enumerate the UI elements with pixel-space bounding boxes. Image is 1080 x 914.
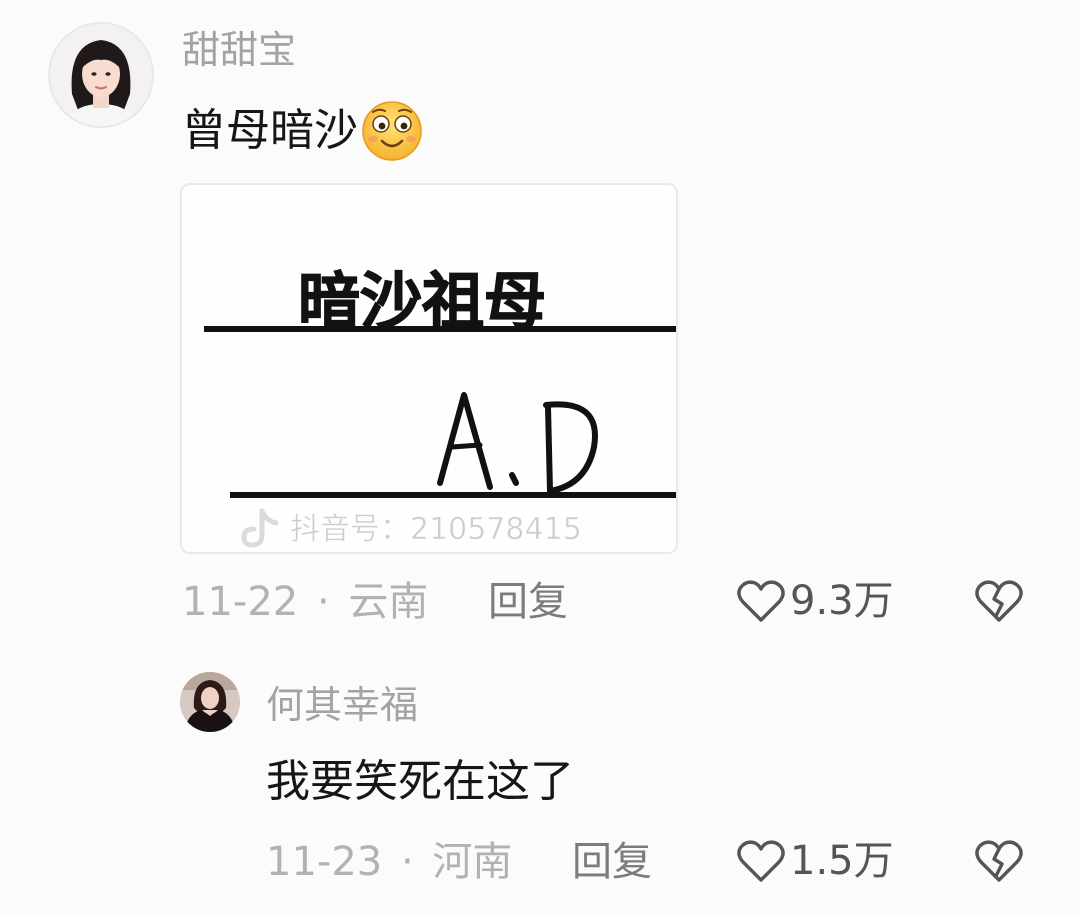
- comment-date: 11-22: [182, 579, 299, 625]
- handwriting-image: 暗沙祖母 抖音号：210578415: [182, 185, 676, 552]
- reply-date: 11-23: [266, 839, 383, 885]
- comment-location: 云南: [348, 579, 429, 625]
- dislike-button[interactable]: [974, 838, 1024, 888]
- reply-text-content: 我要笑死在这了: [266, 756, 574, 807]
- comment-text-content: 曾母暗沙: [182, 105, 358, 156]
- reply-location: 河南: [432, 839, 513, 885]
- dislike-button[interactable]: [974, 578, 1024, 628]
- reply-text: 我要笑死在这了: [266, 760, 574, 804]
- meta-separator: ·: [400, 839, 414, 885]
- heart-outline-icon: [737, 580, 785, 622]
- comment-image[interactable]: 暗沙祖母 抖音号：210578415: [180, 183, 678, 554]
- reply-button[interactable]: 回复: [488, 582, 568, 622]
- like-button[interactable]: 9.3万: [736, 578, 894, 624]
- comment-text: 曾母暗沙: [182, 99, 424, 163]
- meta-separator: ·: [316, 579, 330, 625]
- comment-meta: 11-22 · 云南: [182, 582, 428, 622]
- reply-button[interactable]: 回复: [572, 842, 652, 882]
- broken-heart-icon: [975, 580, 1023, 622]
- smiling-face-emoji-icon: [362, 101, 422, 161]
- like-button[interactable]: 1.5万: [736, 838, 894, 884]
- commenter-username[interactable]: 甜甜宝: [182, 31, 296, 69]
- like-count: 1.5万: [790, 838, 894, 884]
- avatar-portrait-icon: [180, 672, 240, 732]
- heart-outline-icon: [737, 840, 785, 882]
- broken-heart-icon: [975, 840, 1023, 882]
- watermark-text: 抖音号：210578415: [290, 512, 582, 547]
- replier-avatar[interactable]: [180, 672, 240, 732]
- commenter-avatar[interactable]: [48, 22, 154, 128]
- avatar-portrait-icon: [50, 24, 152, 126]
- like-count: 9.3万: [790, 578, 894, 624]
- replier-username[interactable]: 何其幸福: [266, 686, 418, 724]
- reply-meta: 11-23 · 河南: [266, 842, 512, 882]
